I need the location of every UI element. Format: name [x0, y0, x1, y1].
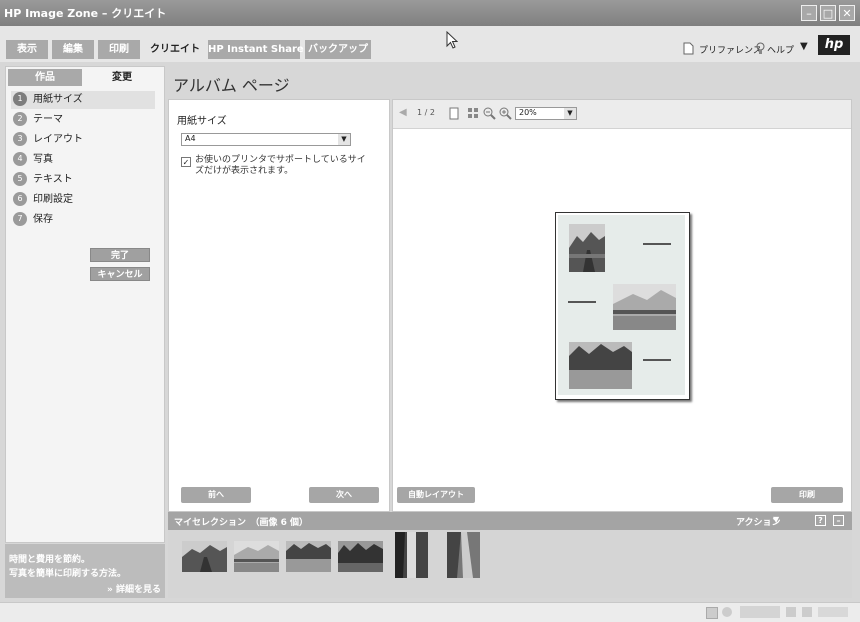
step-layout[interactable]: 3 レイアウト: [11, 131, 155, 149]
step-label: テーマ: [33, 114, 63, 125]
selection-bar: マイセレクション （画像 6 個） アクション ▼ ? –: [168, 512, 852, 530]
thumbnail-lake-forest[interactable]: [286, 541, 331, 572]
supported-sizes-label: お使いのプリンタでサポートしているサイズだけが表示されます。: [195, 155, 366, 176]
step-label: 印刷設定: [33, 194, 73, 205]
step-theme[interactable]: 2 テーマ: [11, 111, 155, 129]
status-bar: [0, 602, 860, 622]
page-title: アルバム ページ: [173, 76, 290, 95]
page-view-icon[interactable]: [449, 107, 459, 120]
thumbnail-grid-icon[interactable]: [467, 107, 480, 120]
minimize-button[interactable]: –: [801, 5, 817, 21]
thumbnail-forest-lake[interactable]: [338, 541, 383, 572]
tab-edit[interactable]: 編集: [52, 40, 94, 59]
zoom-out-icon[interactable]: [483, 107, 496, 120]
minimize-tray-icon[interactable]: –: [833, 515, 844, 526]
tray-language-icon[interactable]: [740, 606, 780, 618]
caption-text-line: [643, 359, 671, 361]
tab-create[interactable]: クリエイト: [146, 40, 204, 59]
tab-instant-share[interactable]: HP Instant Share: [208, 40, 304, 59]
paper-size-value: A4: [185, 134, 196, 143]
zoom-in-icon[interactable]: [499, 107, 512, 120]
selection-label: マイセレクション （画像 6 個）: [174, 518, 309, 528]
window-title: HP Image Zone – クリエイト: [4, 7, 167, 20]
paper-size-select[interactable]: A4 ▼: [181, 133, 351, 146]
step-number: 7: [13, 212, 27, 226]
print-button[interactable]: 印刷: [771, 487, 843, 503]
photo-road-mountains: [569, 224, 605, 272]
tray-network-icon[interactable]: [786, 607, 796, 617]
step-text[interactable]: 5 テキスト: [11, 171, 155, 189]
step-number: 3: [13, 132, 27, 146]
document-icon: [683, 42, 694, 55]
left-panel: 作品 変更 1 用紙サイズ 2 テーマ 3 レイアウト 4 写真 5 テキスト 6 印刷設定…: [5, 66, 165, 543]
page-count: 1 / 2: [417, 108, 435, 117]
thumbnail-bridge-mountain[interactable]: [234, 541, 279, 572]
step-photos[interactable]: 4 写真: [11, 151, 155, 169]
tray-clock-icon[interactable]: [818, 607, 848, 617]
subtab-change[interactable]: 変更: [84, 69, 160, 86]
step-label: 写真: [33, 154, 53, 165]
zoom-value: 20%: [519, 108, 537, 117]
tab-view[interactable]: 表示: [6, 40, 48, 59]
tab-backup[interactable]: バックアップ: [305, 40, 371, 59]
prev-button[interactable]: 前へ: [181, 487, 251, 503]
tip-line-1: 時間と費用を節約。: [9, 555, 91, 565]
page-preview[interactable]: [555, 212, 690, 400]
photo-bridge-mountain: [613, 284, 676, 330]
step-save[interactable]: 7 保存: [11, 211, 155, 229]
photo-lake-forest: [569, 342, 632, 389]
preferences-link[interactable]: プリファレンス: [699, 43, 762, 56]
step-number: 5: [13, 172, 27, 186]
chevron-down-icon[interactable]: ▼: [564, 108, 576, 119]
step-number: 4: [13, 152, 27, 166]
mouse-cursor-icon: [446, 31, 458, 49]
paper-size-label: 用紙サイズ: [177, 116, 227, 127]
cancel-button[interactable]: キャンセル: [90, 267, 150, 281]
step-number: 6: [13, 192, 27, 206]
thumbnail-stream[interactable]: [447, 532, 480, 578]
tray-keyboard-icon[interactable]: [706, 607, 718, 619]
caption-text-line: [643, 243, 671, 245]
step-number: 2: [13, 112, 27, 126]
thumbnail-waterfall[interactable]: [395, 532, 428, 578]
close-button[interactable]: ✕: [839, 5, 855, 21]
step-print-settings[interactable]: 6 印刷設定: [11, 191, 155, 209]
thumbnail-tray: [168, 530, 852, 598]
chevron-down-icon[interactable]: ▼: [773, 515, 779, 524]
maximize-button[interactable]: □: [820, 5, 836, 21]
step-label: レイアウト: [33, 134, 83, 145]
thumbnail-road-mountains[interactable]: [182, 541, 227, 572]
supported-sizes-checkbox[interactable]: ✓: [181, 157, 191, 167]
tray-volume-icon[interactable]: [802, 607, 812, 617]
preview-toolbar: ◀ 1 / 2 20% ▼: [393, 100, 851, 129]
tip-line-2: 写真を簡単に印刷する方法。: [9, 569, 127, 579]
tab-strip: 表示 編集 印刷 クリエイト HP Instant Share バックアップ プ…: [0, 26, 860, 62]
next-button[interactable]: 次へ: [309, 487, 379, 503]
settings-panel: 用紙サイズ A4 ▼ ✓ お使いのプリンタでサポートしているサイズだけが表示され…: [168, 99, 390, 512]
help-bulb-icon: [756, 42, 765, 54]
chevron-down-icon[interactable]: ▼: [338, 134, 350, 145]
step-label: 保存: [33, 214, 53, 225]
step-label: 用紙サイズ: [33, 94, 83, 105]
hp-logo: hp: [818, 35, 850, 55]
step-paper-size[interactable]: 1 用紙サイズ: [11, 91, 155, 109]
prev-page-icon[interactable]: ◀: [399, 107, 407, 118]
tray-ime-icon[interactable]: [722, 607, 732, 617]
caption-text-line: [568, 301, 596, 303]
tip-box: 時間と費用を節約。 写真を簡単に印刷する方法。 » 詳細を見る: [5, 544, 165, 598]
help-link[interactable]: ヘルプ: [767, 43, 794, 56]
step-label: テキスト: [33, 174, 73, 185]
help-dropdown-arrow-icon[interactable]: ▼: [800, 41, 808, 52]
subtab-works[interactable]: 作品: [8, 69, 82, 86]
help-icon[interactable]: ?: [815, 515, 826, 526]
zoom-select[interactable]: 20% ▼: [515, 107, 577, 120]
tab-print[interactable]: 印刷: [98, 40, 140, 59]
preview-panel: ◀ 1 / 2 20% ▼ 自動レイアウト 印刷: [392, 99, 852, 512]
step-number: 1: [13, 92, 27, 106]
done-button[interactable]: 完了: [90, 248, 150, 262]
title-bar: HP Image Zone – クリエイト – □ ✕: [0, 0, 860, 26]
auto-layout-button[interactable]: 自動レイアウト: [397, 487, 475, 503]
details-link[interactable]: » 詳細を見る: [107, 582, 161, 595]
